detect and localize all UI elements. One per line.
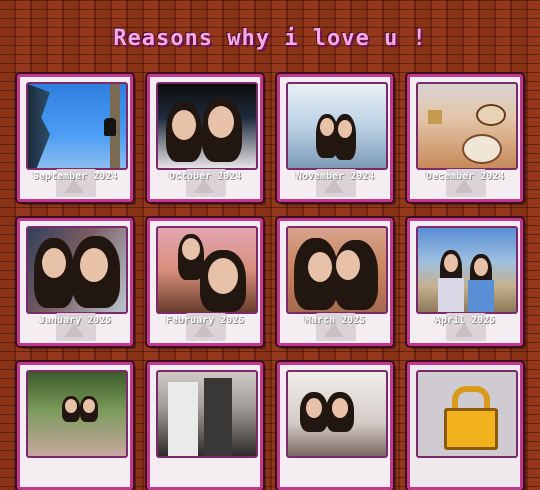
- memory-card-9[interactable]: [17, 362, 133, 490]
- memory-photo: [26, 226, 128, 314]
- memory-card-february-2025[interactable]: February 2025: [147, 218, 263, 346]
- card-label: November 2024: [295, 171, 375, 182]
- memory-card-10[interactable]: [147, 362, 263, 490]
- memory-grid: September 2024 October 2024 November 202…: [17, 74, 525, 490]
- card-label: January 2025: [38, 315, 112, 326]
- locked-memory-card[interactable]: [407, 362, 523, 490]
- memory-photo: [156, 370, 258, 458]
- memory-card-11[interactable]: [277, 362, 393, 490]
- card-label: October 2024: [168, 171, 242, 182]
- memory-card-december-2024[interactable]: December 2024: [407, 74, 523, 202]
- card-label: April 2025: [434, 315, 496, 326]
- memory-photo: [286, 370, 388, 458]
- memory-card-october-2024[interactable]: October 2024: [147, 74, 263, 202]
- card-label: February 2025: [165, 315, 245, 326]
- memory-card-march-2025[interactable]: March 2025: [277, 218, 393, 346]
- memory-photo: [416, 226, 518, 314]
- memory-photo: [286, 82, 388, 170]
- page-title: Reasons why i love u !: [113, 26, 427, 51]
- memory-photo: [26, 82, 128, 170]
- card-label: September 2024: [32, 171, 118, 182]
- memory-card-september-2024[interactable]: September 2024: [17, 74, 133, 202]
- memory-photo: [26, 370, 128, 458]
- memory-photo: [156, 82, 258, 170]
- card-label: March 2025: [304, 315, 366, 326]
- memory-photo: [156, 226, 258, 314]
- memory-card-november-2024[interactable]: November 2024: [277, 74, 393, 202]
- memory-photo: [286, 226, 388, 314]
- memory-card-april-2025[interactable]: April 2025: [407, 218, 523, 346]
- card-label: December 2024: [425, 171, 505, 182]
- memory-card-january-2025[interactable]: January 2025: [17, 218, 133, 346]
- lock-icon: [416, 370, 518, 458]
- memory-photo: [416, 82, 518, 170]
